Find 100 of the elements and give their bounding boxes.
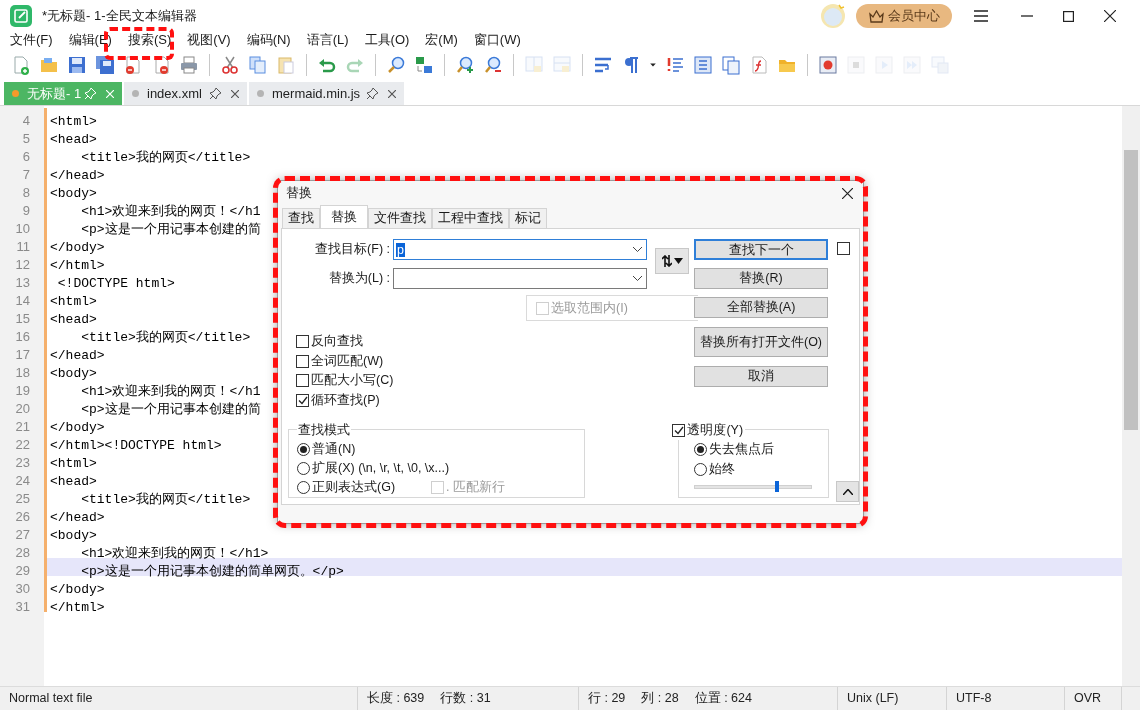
scrollbar-thumb[interactable] bbox=[1124, 150, 1138, 430]
dialog-button[interactable]: 取消 bbox=[694, 366, 828, 387]
code-line: <h1>欢迎来到我的网页！</h1 bbox=[80, 204, 261, 219]
status-text: Normal text file bbox=[9, 690, 93, 708]
zoom-in-icon[interactable] bbox=[455, 55, 475, 75]
checkbox-label: 全词匹配(W) bbox=[311, 352, 384, 370]
dropdown-caret-icon[interactable] bbox=[633, 247, 642, 252]
menu-item[interactable]: 语言(L) bbox=[303, 30, 352, 50]
line-number: 12 bbox=[15, 257, 30, 272]
radio-button[interactable] bbox=[694, 462, 708, 476]
dialog-tab[interactable]: 查找 bbox=[282, 208, 320, 228]
code-line: <head> bbox=[50, 312, 97, 327]
code-line: </html><!DOCTYPE html> bbox=[50, 438, 222, 453]
status-text: 位置 : 624 bbox=[694, 690, 752, 708]
code-line: <title>我的网页</title> bbox=[80, 330, 251, 345]
checkbox[interactable] bbox=[296, 354, 309, 368]
menu-item[interactable]: 窗口(W) bbox=[470, 30, 524, 50]
dialog-tab[interactable]: 替换 bbox=[320, 205, 368, 228]
scissors-icon[interactable] bbox=[220, 55, 240, 75]
line-number: 13 bbox=[15, 275, 30, 290]
checkbox[interactable] bbox=[296, 374, 309, 388]
checkbox[interactable] bbox=[296, 393, 309, 407]
dialog-button[interactable]: 替换(R) bbox=[694, 268, 828, 289]
code-line: <h1>欢迎来到我的网页！</h1> bbox=[80, 546, 269, 561]
vip-button[interactable]: 会员中心 bbox=[856, 4, 952, 28]
menu-item[interactable]: 文件(F) bbox=[7, 30, 56, 50]
code-line: <head> bbox=[50, 474, 97, 489]
radio-button[interactable] bbox=[297, 462, 310, 475]
radio-button[interactable] bbox=[297, 481, 310, 494]
word-wrap-icon[interactable] bbox=[593, 55, 613, 75]
line-number: 5 bbox=[22, 131, 30, 146]
dialog-button[interactable]: 全部替换(A) bbox=[694, 297, 828, 318]
radio-label: 普通(N) bbox=[312, 441, 356, 459]
checkbox[interactable] bbox=[837, 242, 850, 255]
maximize-icon[interactable] bbox=[1063, 10, 1074, 22]
document-map-icon[interactable] bbox=[693, 55, 713, 75]
zoom-out-icon[interactable] bbox=[483, 55, 503, 75]
editor-tab[interactable]: mermaid.min.js bbox=[249, 82, 404, 105]
code-line: <title>我的网页</title> bbox=[80, 150, 251, 165]
slider-thumb[interactable] bbox=[775, 481, 780, 492]
menu-item[interactable]: 编码(N) bbox=[243, 30, 294, 50]
checkbox-label: 循环查找(P) bbox=[311, 391, 380, 409]
status-text: OVR bbox=[1074, 690, 1102, 708]
code-line: </head> bbox=[50, 510, 105, 525]
dropdown-caret-icon[interactable] bbox=[633, 276, 642, 281]
menu-icon[interactable] bbox=[974, 10, 988, 22]
floppy-disks-icon[interactable] bbox=[95, 55, 115, 75]
close-icon[interactable] bbox=[1104, 10, 1116, 22]
code-line: <body> bbox=[50, 366, 97, 381]
swap-direction-button[interactable] bbox=[655, 248, 689, 274]
search-icon[interactable] bbox=[386, 55, 406, 75]
status-text: 长度 : 639 bbox=[367, 690, 425, 708]
pin-icon[interactable] bbox=[210, 88, 221, 99]
menu-item[interactable]: 搜索(S) bbox=[124, 30, 175, 50]
dialog-button[interactable]: 替换所有打开文件(O) bbox=[694, 327, 828, 357]
radio-label: 失去焦点后 bbox=[709, 441, 775, 459]
collapse-button[interactable] bbox=[836, 481, 859, 502]
line-number: 24 bbox=[15, 473, 30, 488]
record-icon[interactable] bbox=[818, 55, 838, 75]
line-number: 7 bbox=[22, 167, 30, 182]
clipboard-icon[interactable] bbox=[276, 55, 296, 75]
editor-tab[interactable]: index.xml bbox=[124, 82, 247, 105]
line-number: 11 bbox=[16, 239, 30, 254]
radio-button[interactable] bbox=[297, 443, 310, 456]
folder-icon[interactable] bbox=[39, 55, 59, 75]
code-line: <p>这是一个用记事本创建的简 bbox=[80, 222, 261, 237]
menu-item[interactable]: 视图(V) bbox=[184, 30, 234, 50]
replace-input[interactable] bbox=[393, 268, 647, 289]
menu-item[interactable]: 工具(O) bbox=[361, 30, 413, 50]
find-input[interactable]: p bbox=[393, 239, 647, 260]
printer-icon[interactable] bbox=[179, 55, 199, 75]
app-logo-icon bbox=[10, 5, 32, 27]
menu-item[interactable]: 宏(M) bbox=[422, 30, 461, 50]
document-list-icon[interactable] bbox=[721, 55, 741, 75]
new-file-icon[interactable] bbox=[11, 55, 31, 75]
pin-icon[interactable] bbox=[367, 88, 378, 99]
chevron-up-icon bbox=[842, 488, 853, 495]
scrollbar[interactable] bbox=[1122, 106, 1140, 686]
checkbox[interactable] bbox=[296, 335, 309, 349]
indent-guide-icon[interactable] bbox=[665, 55, 685, 75]
checkbox[interactable] bbox=[672, 423, 686, 437]
code-line: </body> bbox=[50, 420, 105, 435]
replace-text-icon[interactable] bbox=[414, 55, 434, 75]
line-number: 28 bbox=[15, 545, 30, 560]
line-number: 17 bbox=[15, 347, 30, 362]
replace-label: 替换为(L) : bbox=[327, 270, 390, 288]
function-list-icon[interactable] bbox=[749, 55, 769, 75]
crown-icon bbox=[868, 9, 884, 23]
dialog-tab[interactable]: 文件查找 bbox=[368, 208, 432, 228]
dialog-tab[interactable]: 标记 bbox=[509, 208, 547, 228]
code-line: <p>这是一个用记事本创建的简 bbox=[80, 402, 261, 417]
line-number: 31 bbox=[15, 599, 30, 614]
find-label: 查找目标(F) : bbox=[314, 241, 390, 259]
checkbox-label: 匹配大小写(C) bbox=[311, 372, 394, 390]
copy-icon[interactable] bbox=[248, 55, 268, 75]
dialog-button[interactable]: 查找下一个 bbox=[694, 239, 828, 260]
radio-button[interactable] bbox=[694, 443, 708, 457]
status-text: UTF-8 bbox=[956, 690, 992, 708]
close-icon[interactable] bbox=[842, 188, 853, 199]
dialog-tab[interactable]: 工程中查找 bbox=[432, 208, 509, 228]
